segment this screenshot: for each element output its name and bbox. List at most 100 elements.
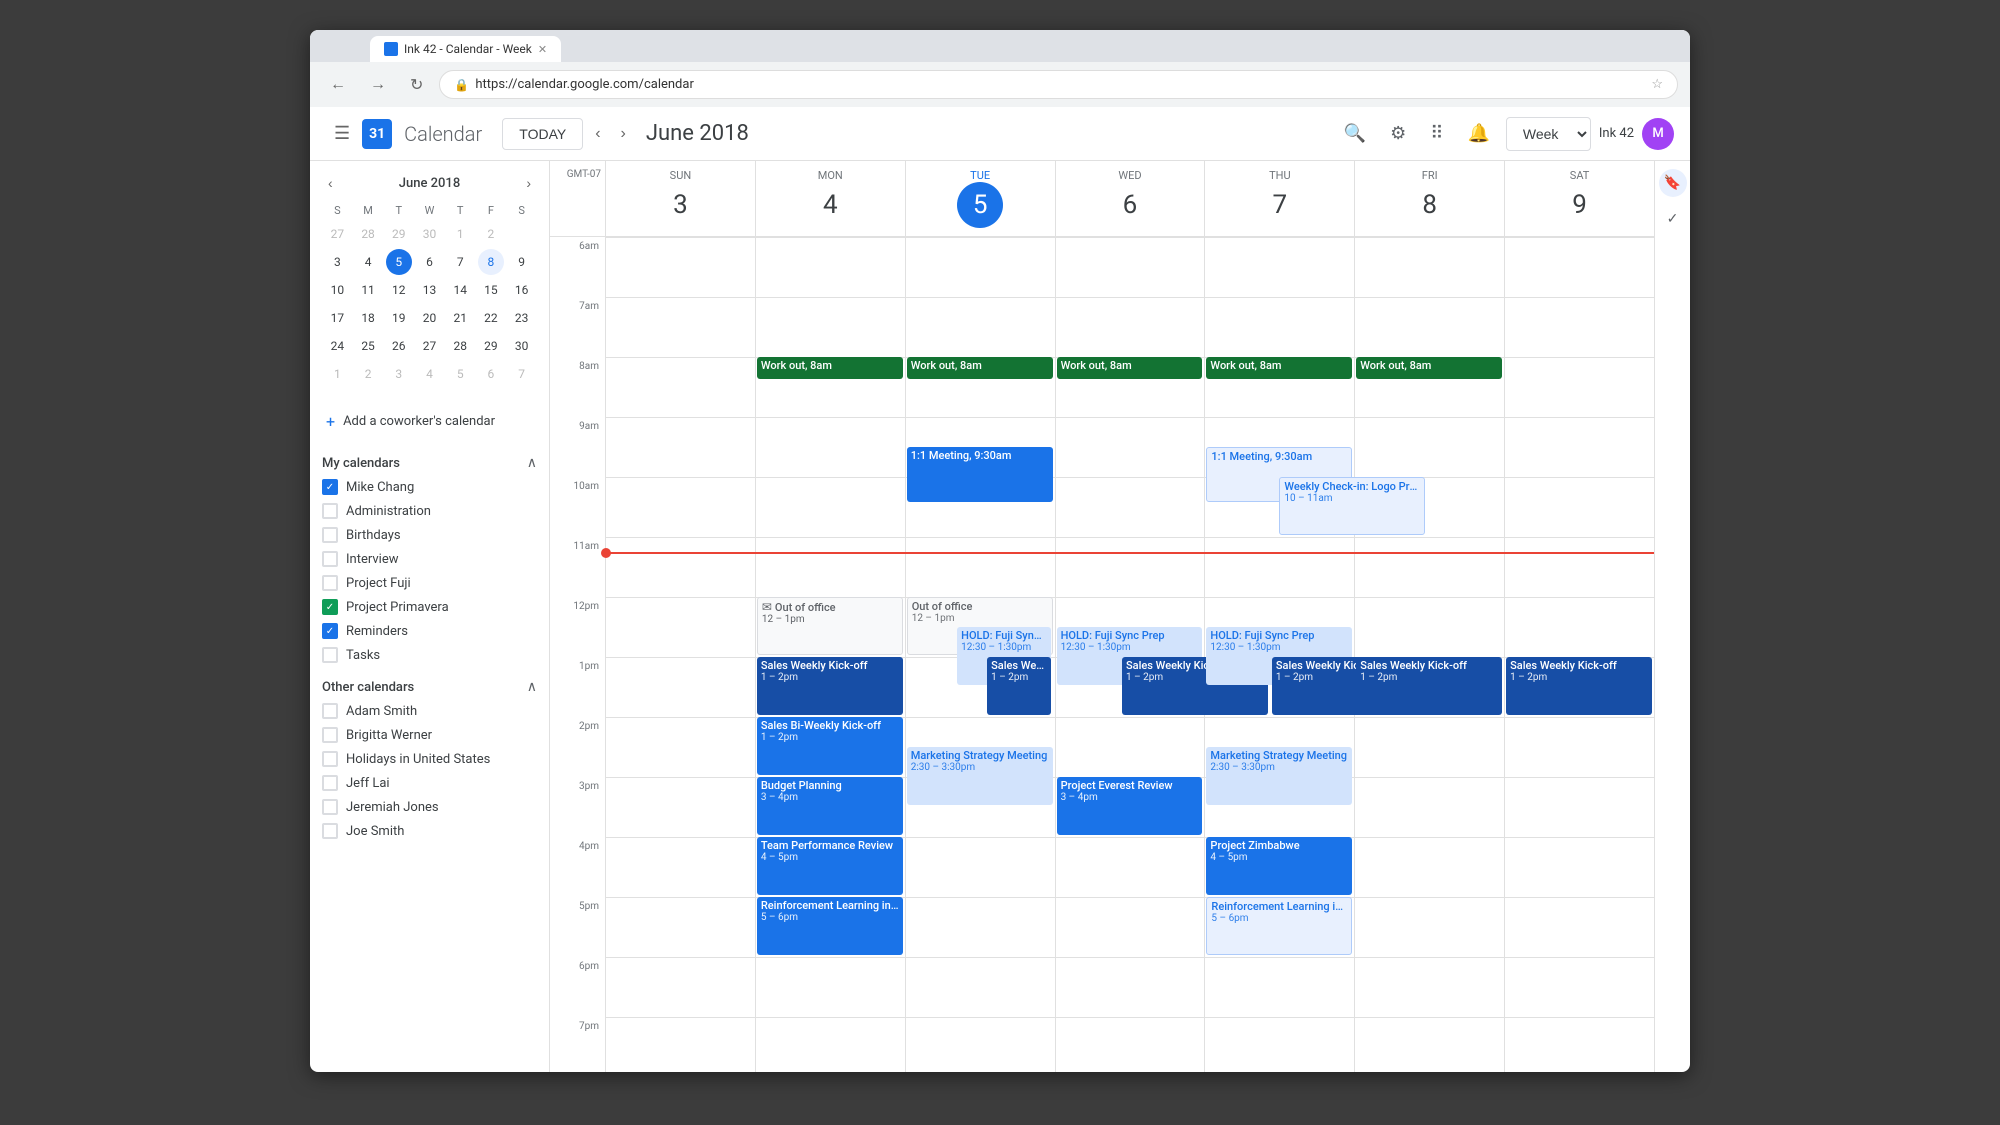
user-avatar[interactable]: M xyxy=(1642,118,1674,150)
calendar-item-joe[interactable]: Joe Smith xyxy=(322,819,537,843)
event-20[interactable]: Marketing Strategy Meeting2:30 – 3:30pm xyxy=(1206,747,1352,805)
event-21[interactable]: Project Zimbabwe4 – 5pm xyxy=(1206,837,1352,895)
admin-checkbox[interactable] xyxy=(322,503,338,519)
event-9[interactable]: Sales Weekly Kick-off1 – 2pm xyxy=(987,657,1050,715)
cell-7pm-day6[interactable] xyxy=(1504,1017,1654,1072)
calendar-item-primavera[interactable]: ✓ Project Primavera xyxy=(322,595,537,619)
cell-7pm-day2[interactable] xyxy=(905,1017,1055,1072)
cell-11am-day4[interactable] xyxy=(1204,537,1354,597)
search-button[interactable]: 🔍 xyxy=(1336,115,1374,152)
cell-4pm-day5[interactable] xyxy=(1354,837,1504,897)
cell-6pm-day6[interactable] xyxy=(1504,957,1654,1017)
project-fuji-checkbox[interactable] xyxy=(322,575,338,591)
forward-button[interactable]: → xyxy=(362,72,394,98)
cell-11am-day3[interactable] xyxy=(1055,537,1205,597)
bookmark-sidebar-icon[interactable]: 🔖 xyxy=(1659,169,1687,197)
event-6[interactable]: 1:1 Meeting, 9:30am xyxy=(907,447,1053,502)
cell-12pm-day0[interactable] xyxy=(605,597,755,657)
cell-5pm-day2[interactable] xyxy=(905,897,1055,957)
active-tab[interactable]: Ink 42 - Calendar - Week ✕ xyxy=(370,36,561,62)
cell-10am-day1[interactable] xyxy=(755,477,905,537)
cell-7am-day4[interactable] xyxy=(1204,297,1354,357)
cell-6am-day5[interactable] xyxy=(1354,237,1504,297)
cell-11am-day6[interactable] xyxy=(1504,537,1654,597)
cell-8am-day6[interactable] xyxy=(1504,357,1654,417)
other-calendars-header[interactable]: Other calendars ∧ xyxy=(322,675,537,699)
jeremiah-checkbox[interactable] xyxy=(322,799,338,815)
cell-7am-day3[interactable] xyxy=(1055,297,1205,357)
add-coworker-button[interactable]: + Add a coworker's calendar xyxy=(322,404,537,439)
cell-4pm-day0[interactable] xyxy=(605,837,755,897)
cell-6am-day6[interactable] xyxy=(1504,237,1654,297)
adam-checkbox[interactable] xyxy=(322,703,338,719)
interview-checkbox[interactable] xyxy=(322,551,338,567)
jeff-checkbox[interactable] xyxy=(322,775,338,791)
cell-11am-day1[interactable] xyxy=(755,537,905,597)
cell-6am-day2[interactable] xyxy=(905,237,1055,297)
cell-10am-day0[interactable] xyxy=(605,477,755,537)
cell-11am-day2[interactable] xyxy=(905,537,1055,597)
cell-12pm-day5[interactable] xyxy=(1354,597,1504,657)
event-11[interactable]: Work out, 8am xyxy=(1057,357,1203,379)
brigitta-checkbox[interactable] xyxy=(322,727,338,743)
view-selector[interactable]: Week Day Month xyxy=(1506,117,1591,151)
calendar-item-project-fuji[interactable]: Project Fuji xyxy=(322,571,537,595)
event-1[interactable]: Sales Weekly Kick-off1 – 2pm xyxy=(757,657,903,715)
cell-11am-day0[interactable] xyxy=(605,537,755,597)
cell-2pm-day0[interactable] xyxy=(605,717,755,777)
event-25[interactable]: Sales Weekly Kick-off1 – 2pm xyxy=(1506,657,1652,715)
cell-11am-day5[interactable] xyxy=(1354,537,1504,597)
calendar-scroll[interactable]: .tgrid { display:grid; grid-template-col… xyxy=(550,237,1654,1072)
today-button[interactable]: TODAY xyxy=(502,118,583,150)
cell-12pm-day6[interactable] xyxy=(1504,597,1654,657)
mini-cal-next[interactable]: › xyxy=(520,173,537,193)
event-14[interactable]: Project Everest Review3 – 4pm xyxy=(1057,777,1203,835)
calendar-item-brigitta[interactable]: Brigitta Werner xyxy=(322,723,537,747)
cell-7pm-day4[interactable] xyxy=(1204,1017,1354,1072)
event-15[interactable]: Work out, 8am xyxy=(1206,357,1352,379)
back-button[interactable]: ← xyxy=(322,72,354,98)
calendar-item-jeff[interactable]: Jeff Lai xyxy=(322,771,537,795)
event-5[interactable]: Work out, 8am xyxy=(907,357,1053,379)
cell-9am-day0[interactable] xyxy=(605,417,755,477)
cell-7pm-day0[interactable] xyxy=(605,1017,755,1072)
event-23[interactable]: Work out, 8am xyxy=(1356,357,1502,379)
calendar-item-birthdays[interactable]: Birthdays xyxy=(322,523,537,547)
cell-3pm-day5[interactable] xyxy=(1354,777,1504,837)
cell-9am-day1[interactable] xyxy=(755,417,905,477)
cell-5pm-day5[interactable] xyxy=(1354,897,1504,957)
cell-7am-day0[interactable] xyxy=(605,297,755,357)
url-bar[interactable]: 🔒 https://calendar.google.com/calendar ☆ xyxy=(439,70,1678,99)
menu-button[interactable]: ☰ xyxy=(326,115,358,152)
event-out-of-office[interactable]: ✉Out of office12 – 1pm xyxy=(757,597,903,655)
calendar-item-holidays[interactable]: Holidays in United States xyxy=(322,747,537,771)
calendar-item-tasks[interactable]: Tasks xyxy=(322,643,537,667)
calendar-item-jeremiah[interactable]: Jeremiah Jones xyxy=(322,795,537,819)
calendar-item-interview[interactable]: Interview xyxy=(322,547,537,571)
cell-7pm-day5[interactable] xyxy=(1354,1017,1504,1072)
apps-button[interactable]: ⠿ xyxy=(1422,115,1451,152)
check-sidebar-icon[interactable]: ✓ xyxy=(1659,205,1687,233)
event-22[interactable]: Reinforcement Learning in G Suite5 – 6pm xyxy=(1206,897,1352,955)
my-calendars-header[interactable]: My calendars ∧ xyxy=(322,451,537,475)
cell-6pm-day2[interactable] xyxy=(905,957,1055,1017)
holidays-checkbox[interactable] xyxy=(322,751,338,767)
cell-8am-day0[interactable] xyxy=(605,357,755,417)
mini-cal-prev[interactable]: ‹ xyxy=(322,173,339,193)
cell-9am-day3[interactable] xyxy=(1055,417,1205,477)
refresh-button[interactable]: ↻ xyxy=(402,71,431,99)
cell-1pm-day0[interactable] xyxy=(605,657,755,717)
cell-6am-day0[interactable] xyxy=(605,237,755,297)
cell-5pm-day0[interactable] xyxy=(605,897,755,957)
prev-week-button[interactable]: ‹ xyxy=(587,119,608,149)
cell-7am-day1[interactable] xyxy=(755,297,905,357)
cell-6pm-day5[interactable] xyxy=(1354,957,1504,1017)
cell-2pm-day3[interactable] xyxy=(1055,717,1205,777)
cell-2pm-day5[interactable] xyxy=(1354,717,1504,777)
tab-close-button[interactable]: ✕ xyxy=(538,43,547,56)
cell-10am-day3[interactable] xyxy=(1055,477,1205,537)
cell-7pm-day1[interactable] xyxy=(755,1017,905,1072)
event-0[interactable]: Work out, 8am xyxy=(757,357,903,379)
cell-2pm-day6[interactable] xyxy=(1504,717,1654,777)
cell-4pm-day3[interactable] xyxy=(1055,837,1205,897)
